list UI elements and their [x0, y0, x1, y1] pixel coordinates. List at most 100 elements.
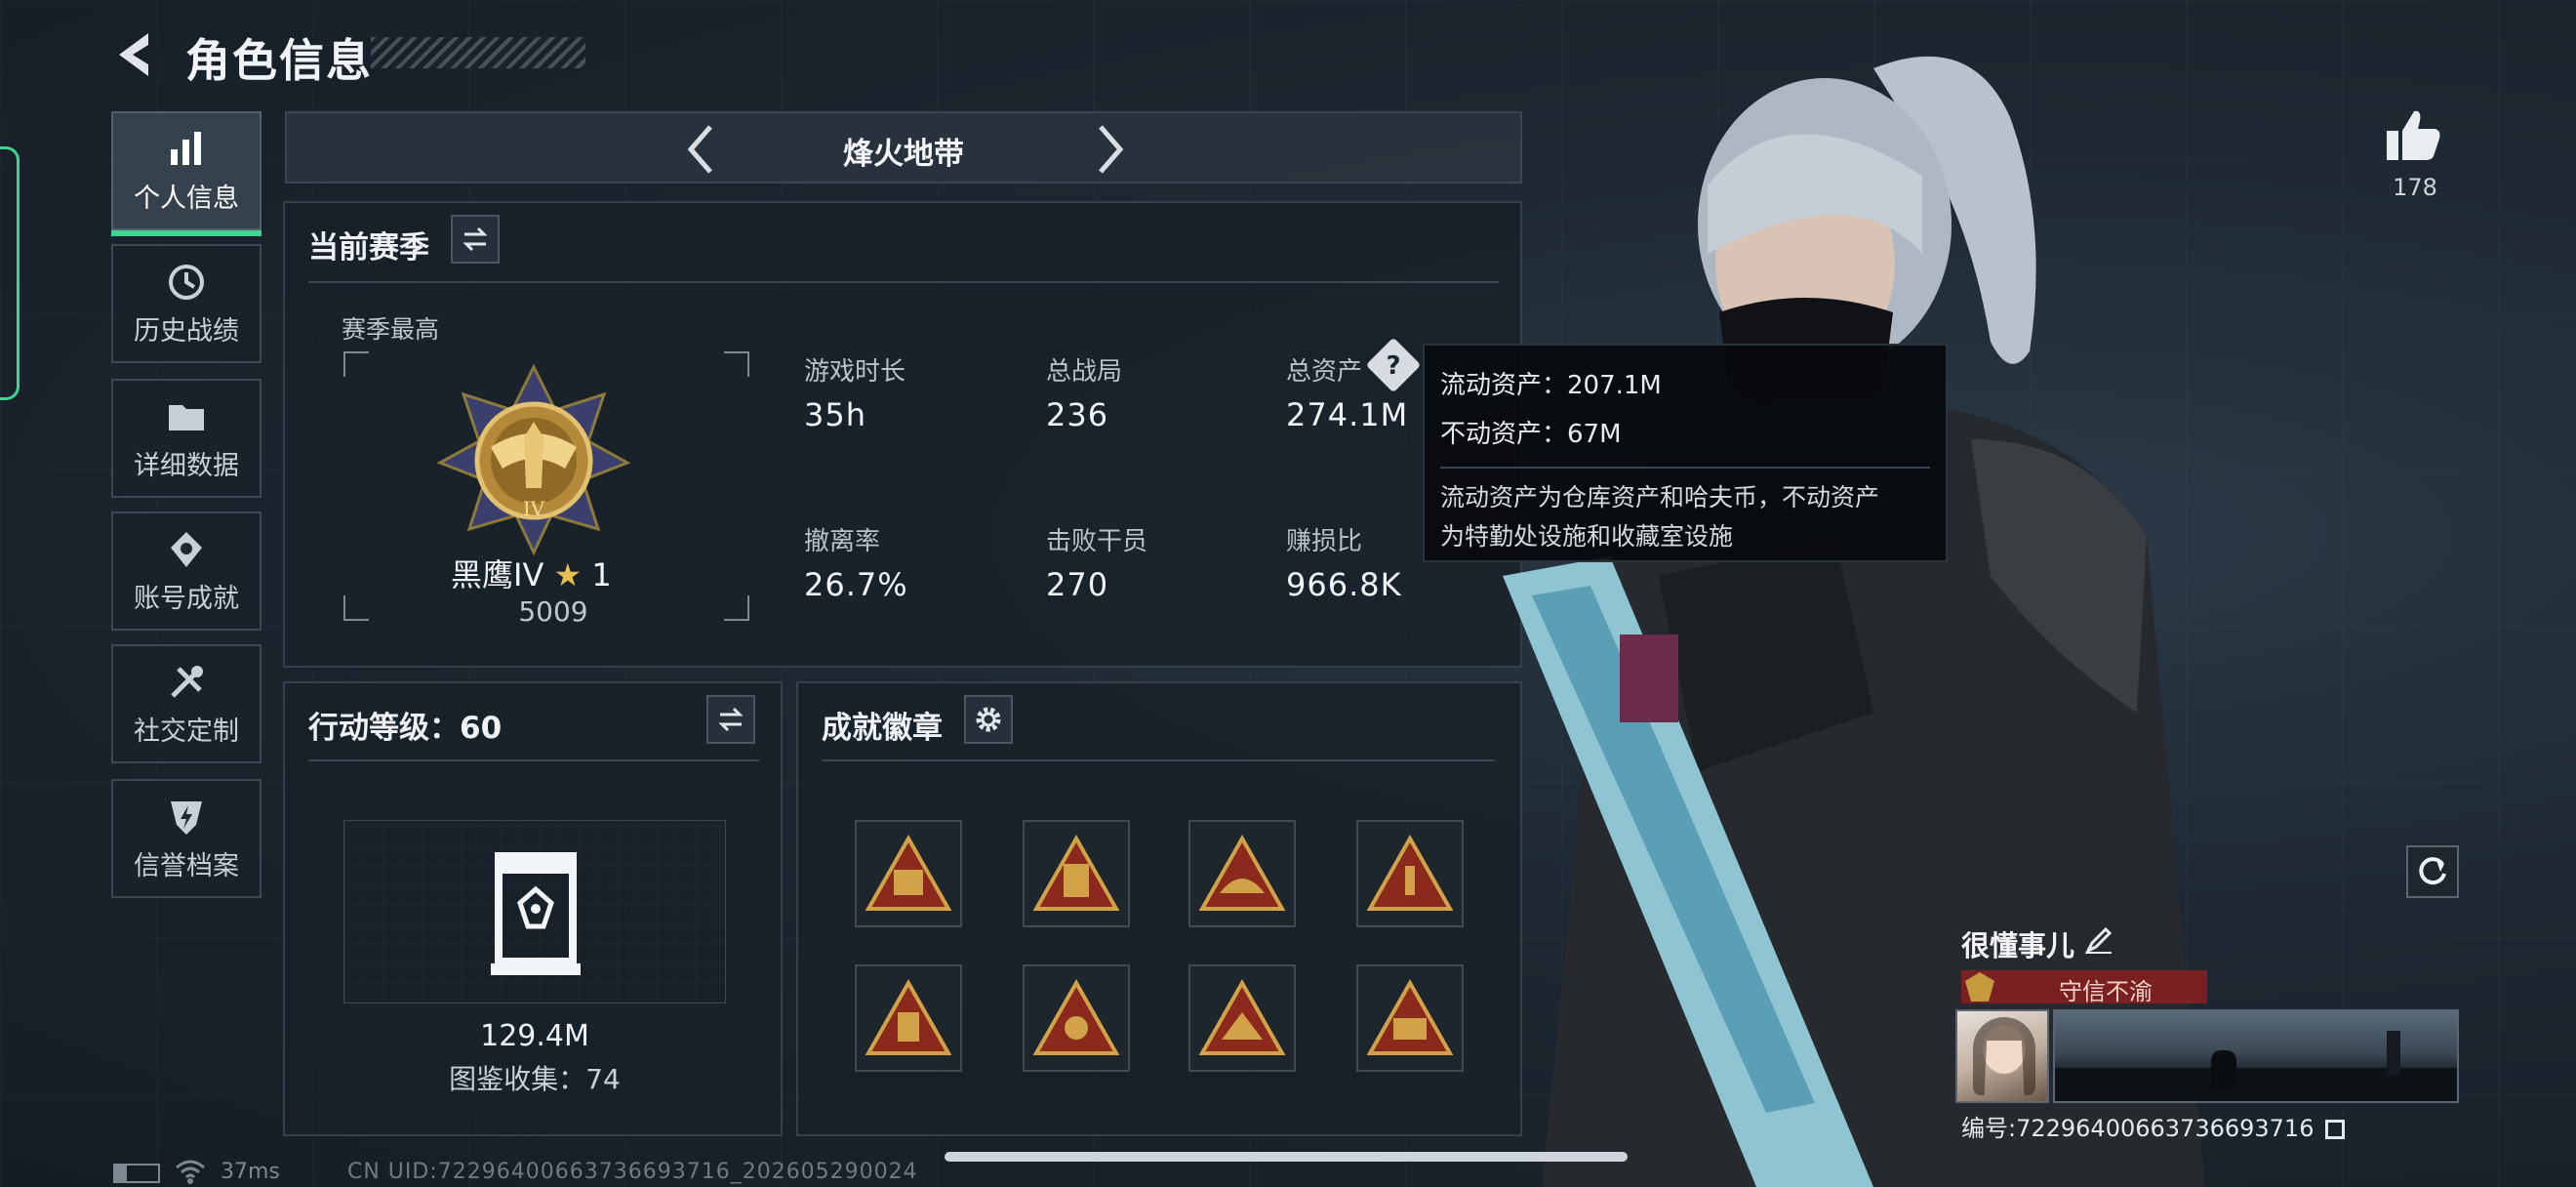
sidebar-item-achievements[interactable]: 账号成就	[111, 512, 262, 631]
rank-row: 黑鹰IV ★ 1	[451, 551, 724, 595]
frame-corner	[724, 351, 749, 377]
sidebar-item-detailed-data[interactable]: 详细数据	[111, 379, 262, 498]
sidebar-item-social-custom[interactable]: 社交定制	[111, 644, 262, 763]
pencil-icon	[2084, 926, 2113, 955]
medal-icon	[171, 531, 202, 567]
page-title: 角色信息	[185, 34, 373, 87]
stat-value: 26.7%	[804, 566, 908, 603]
swap-icon	[463, 226, 488, 252]
sidebar-item-personal-info[interactable]: 个人信息	[111, 111, 262, 236]
tooltip-fixed-assets: 不动资产：67M	[1440, 420, 1622, 449]
stat-label: 赚损比	[1286, 527, 1363, 556]
divider	[308, 759, 759, 761]
home-indicator[interactable]	[945, 1152, 1628, 1162]
achievement-badge[interactable]	[855, 820, 962, 927]
copy-icon[interactable]	[2325, 1120, 2346, 1139]
collection-display[interactable]	[343, 820, 726, 1003]
divider	[822, 759, 1495, 761]
sidebar-item-label: 账号成就	[134, 583, 239, 614]
sidebar-item-label: 详细数据	[134, 450, 239, 481]
achievement-badge[interactable]	[1023, 964, 1130, 1072]
achievement-badge[interactable]	[855, 964, 962, 1072]
stat-value: 966.8K	[1286, 566, 1402, 603]
achievement-badge[interactable]	[1188, 820, 1296, 927]
title-badge: 守信不渝	[1961, 970, 2207, 1005]
badge-icon	[1366, 979, 1454, 1055]
achievement-badge[interactable]	[1023, 820, 1130, 927]
stat-value: 35h	[804, 396, 866, 433]
stat-value: 270	[1046, 566, 1109, 603]
sidebar-item-history[interactable]: 历史战绩	[111, 244, 262, 363]
stat-value: 274.1M	[1286, 396, 1409, 433]
ping-text: 37ms	[221, 1160, 280, 1184]
frame-corner	[724, 595, 749, 621]
collection-case-icon	[491, 852, 581, 975]
next-mode-button[interactable]	[1085, 123, 1134, 176]
back-arrow-icon	[119, 33, 148, 76]
badge-icon	[1366, 835, 1454, 911]
tools-icon	[171, 665, 203, 698]
divider	[1440, 467, 1930, 469]
star-icon: ★	[553, 556, 583, 594]
bar-chart-icon	[171, 131, 201, 165]
badge-icon	[865, 835, 952, 911]
action-level-panel: 行动等级：60 129.4M 图鉴收集：74	[283, 681, 783, 1136]
achievements-title: 成就徽章	[822, 711, 943, 746]
collection-count: 图鉴收集：74	[449, 1063, 621, 1095]
switch-season-button[interactable]	[451, 215, 500, 264]
tooltip-liquid-assets: 流动资产：207.1M	[1440, 371, 1662, 400]
tooltip-description-line2: 为特勤处设施和收藏室设施	[1440, 522, 1734, 551]
like-button[interactable]	[2385, 107, 2441, 166]
frame-corner	[343, 351, 369, 377]
shield-bolt-icon	[171, 800, 202, 835]
sidebar-item-label: 历史战绩	[134, 315, 239, 347]
help-icon-glyph: ?	[1386, 351, 1401, 381]
rotate-view-button[interactable]	[2406, 845, 2459, 898]
thumbs-up-icon	[2387, 110, 2440, 160]
edit-name-button[interactable]	[2084, 925, 2113, 959]
folder-icon	[169, 404, 204, 430]
mode-title: 烽火地带	[843, 137, 964, 172]
action-level-title: 行动等级：60	[308, 711, 503, 746]
achievement-badge[interactable]	[1356, 964, 1464, 1072]
badge-icon	[1198, 979, 1286, 1055]
title-decoration	[371, 37, 585, 68]
frame-corner	[343, 595, 369, 621]
achievements-settings-button[interactable]	[964, 695, 1013, 744]
profile-banner[interactable]	[2053, 1009, 2459, 1103]
refresh-icon	[2419, 857, 2446, 885]
badge-icon	[865, 979, 952, 1055]
rank-stars: 1	[591, 556, 612, 594]
like-count: 178	[2393, 174, 2437, 201]
stat-value: 236	[1046, 396, 1109, 433]
collection-value: 129.4M	[480, 1019, 589, 1053]
achievement-badge[interactable]	[1188, 964, 1296, 1072]
rank-emblem-icon: IV	[436, 363, 631, 556]
player-name: 很懂事儿	[1961, 929, 2075, 962]
player-id: 编号:7229640066373669​3716	[1961, 1109, 2346, 1143]
banner-figure	[2211, 1050, 2236, 1089]
asset-tooltip: 流动资产：207.1M 不动资产：67M 流动资产为仓库资产和哈夫币，不动资产 …	[1423, 344, 1948, 562]
stat-label: 击败干员	[1046, 527, 1148, 556]
rank-name: 黑鹰IV	[451, 556, 544, 594]
tooltip-description-line1: 流动资产为仓库资产和哈夫币，不动资产	[1440, 483, 1880, 512]
gear-icon	[976, 707, 1001, 732]
sidebar-item-label: 信誉档案	[134, 850, 239, 881]
season-best-label: 赛季最高	[342, 315, 440, 344]
svg-text:IV: IV	[523, 497, 545, 520]
mode-tab-bar: 烽火地带	[285, 111, 1522, 184]
clock-history-icon	[169, 264, 204, 300]
achievement-badge[interactable]	[1356, 820, 1464, 927]
switch-level-button[interactable]	[706, 695, 755, 744]
banner-tower	[2387, 1031, 2400, 1076]
sidebar-item-label: 社交定制	[134, 716, 239, 747]
badge-icon	[1032, 979, 1120, 1055]
avatar[interactable]	[1955, 1009, 2049, 1103]
player-id-text: 编号:7229640066373669​3716	[1961, 1115, 2314, 1142]
rank-score: 5009	[518, 595, 588, 628]
stat-label: 总战局	[1046, 357, 1123, 387]
back-button[interactable]	[109, 27, 164, 82]
edge-handle	[0, 146, 20, 400]
sidebar-item-reputation[interactable]: 信誉档案	[111, 779, 262, 898]
badge-icon	[1032, 835, 1120, 911]
